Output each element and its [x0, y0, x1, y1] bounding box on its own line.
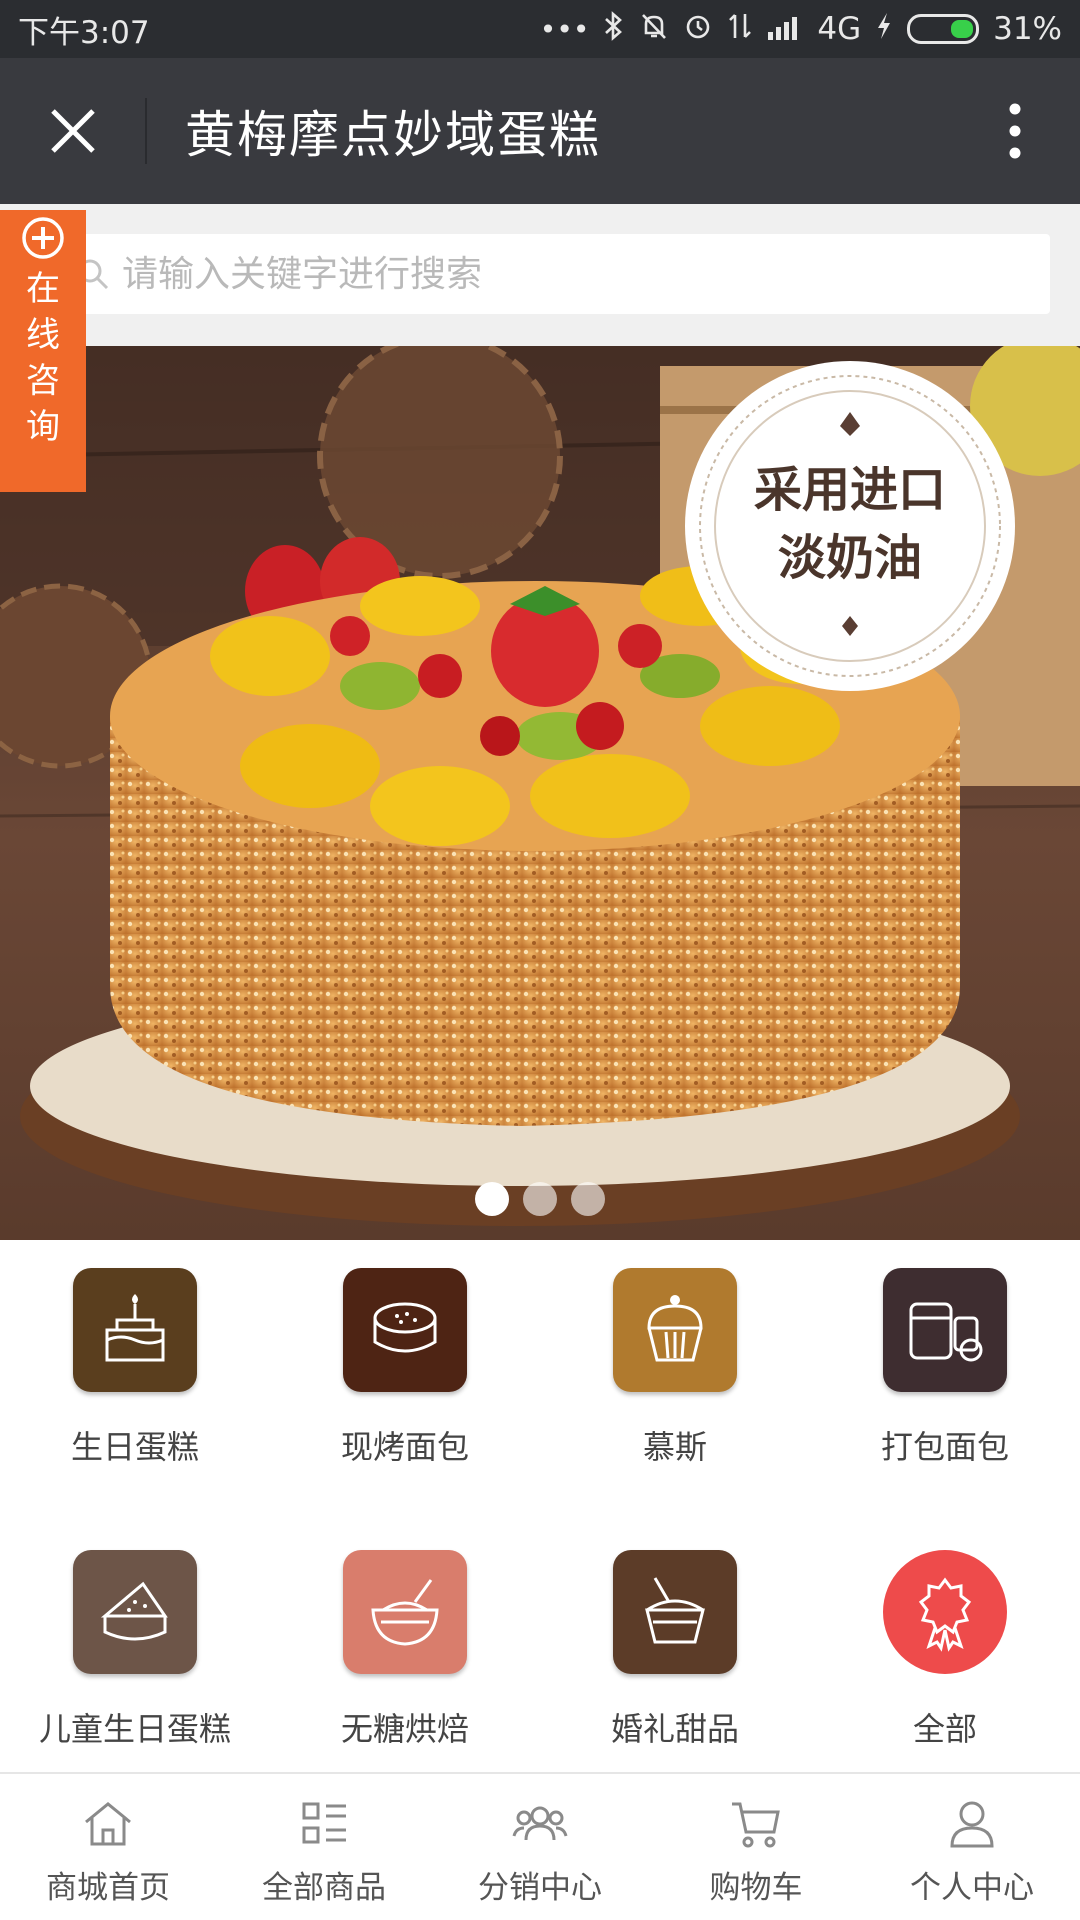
more-dots-icon: •••	[539, 12, 590, 46]
cupcake-icon	[613, 1268, 737, 1392]
category-packaged-bread[interactable]: 打包面包	[810, 1268, 1080, 1468]
category-grid: 生日蛋糕 现烤面包 慕斯 打包面包 儿童生日蛋糕 无糖烘焙 婚礼甜品 全部	[0, 1240, 1080, 1772]
status-time: 下午3:07	[18, 14, 150, 51]
carousel-dot[interactable]	[523, 1182, 557, 1216]
home-icon	[85, 1802, 131, 1846]
category-label: 无糖烘焙	[340, 1710, 469, 1748]
category-label: 慕斯	[642, 1428, 707, 1466]
badge-line-1: 采用进口	[754, 462, 946, 518]
alarm-icon	[683, 11, 713, 48]
cream-badge: 采用进口 淡奶油	[685, 361, 1015, 691]
data-arrows-icon	[727, 11, 753, 48]
category-label: 儿童生日蛋糕	[38, 1710, 231, 1748]
category-kids-birthday-cake[interactable]: 儿童生日蛋糕	[0, 1550, 270, 1750]
signal-icon	[767, 12, 803, 47]
list-icon	[302, 1802, 346, 1844]
close-button[interactable]	[0, 58, 145, 204]
category-wedding-dessert[interactable]: 婚礼甜品	[540, 1550, 810, 1750]
category-label: 婚礼甜品	[610, 1710, 739, 1748]
nav-distribution[interactable]: 分销中心	[432, 1774, 648, 1920]
nav-home[interactable]: 商城首页	[0, 1774, 216, 1920]
search-input[interactable]	[122, 253, 1022, 295]
search-box[interactable]	[66, 234, 1050, 314]
banner-carousel[interactable]: 采用进口 淡奶油	[0, 346, 1080, 1240]
category-label: 现烤面包	[340, 1428, 469, 1466]
carousel-dot[interactable]	[571, 1182, 605, 1216]
mute-icon	[639, 11, 669, 48]
category-fresh-bread[interactable]: 现烤面包	[270, 1268, 540, 1468]
plus-circle-icon	[22, 217, 64, 259]
birthday-cake-icon	[73, 1268, 197, 1392]
nav-label: 个人中心	[910, 1870, 1034, 1906]
more-menu-button[interactable]	[950, 58, 1080, 204]
close-icon	[50, 109, 95, 153]
online-consult-button[interactable]: 在线咨询	[0, 210, 86, 492]
title-bar: 黄梅摩点妙域蛋糕	[0, 58, 1080, 204]
category-label: 全部	[912, 1710, 977, 1748]
status-bar: 下午3:07 ••• 4G 31%	[0, 0, 1080, 58]
carousel-dots	[0, 1182, 1080, 1216]
category-birthday-cake[interactable]: 生日蛋糕	[0, 1268, 270, 1468]
battery-percent: 31%	[993, 11, 1062, 47]
nav-all-products[interactable]: 全部商品	[216, 1774, 432, 1920]
bread-icon	[343, 1268, 467, 1392]
nav-label: 商城首页	[46, 1870, 170, 1906]
award-icon	[883, 1550, 1007, 1674]
battery-icon	[907, 14, 980, 44]
nav-label: 分销中心	[478, 1870, 602, 1906]
carousel-dot[interactable]	[475, 1182, 509, 1216]
category-mousse[interactable]: 慕斯	[540, 1268, 810, 1468]
cake-slice-icon	[73, 1550, 197, 1674]
category-label: 打包面包	[880, 1428, 1009, 1466]
nav-profile[interactable]: 个人中心	[864, 1774, 1080, 1920]
category-all[interactable]: 全部	[810, 1550, 1080, 1750]
category-sugar-free[interactable]: 无糖烘焙	[270, 1550, 540, 1750]
mixing-bowl-icon	[343, 1550, 467, 1674]
more-vertical-icon	[1009, 103, 1021, 159]
group-icon	[512, 1806, 568, 1841]
search-area	[0, 204, 1080, 346]
nav-cart[interactable]: 购物车	[648, 1774, 864, 1920]
status-icons: ••• 4G 31%	[539, 10, 1062, 48]
nav-label: 全部商品	[262, 1870, 386, 1906]
title-divider	[145, 98, 147, 164]
packaged-bread-icon	[883, 1268, 1007, 1392]
online-consult-label: 在线咨询	[26, 269, 60, 447]
bottom-navigation: 商城首页 全部商品 分销中心 购物车 个人中心	[0, 1772, 1080, 1920]
network-type: 4G	[817, 11, 862, 47]
cart-icon	[732, 1802, 780, 1848]
badge-line-2: 淡奶油	[778, 530, 922, 586]
dessert-cup-icon	[613, 1550, 737, 1674]
page-title: 黄梅摩点妙域蛋糕	[185, 106, 601, 164]
bluetooth-icon	[603, 10, 625, 48]
category-label: 生日蛋糕	[70, 1428, 199, 1466]
user-icon	[950, 1801, 994, 1848]
nav-label: 购物车	[709, 1870, 803, 1906]
charging-icon	[875, 11, 893, 48]
